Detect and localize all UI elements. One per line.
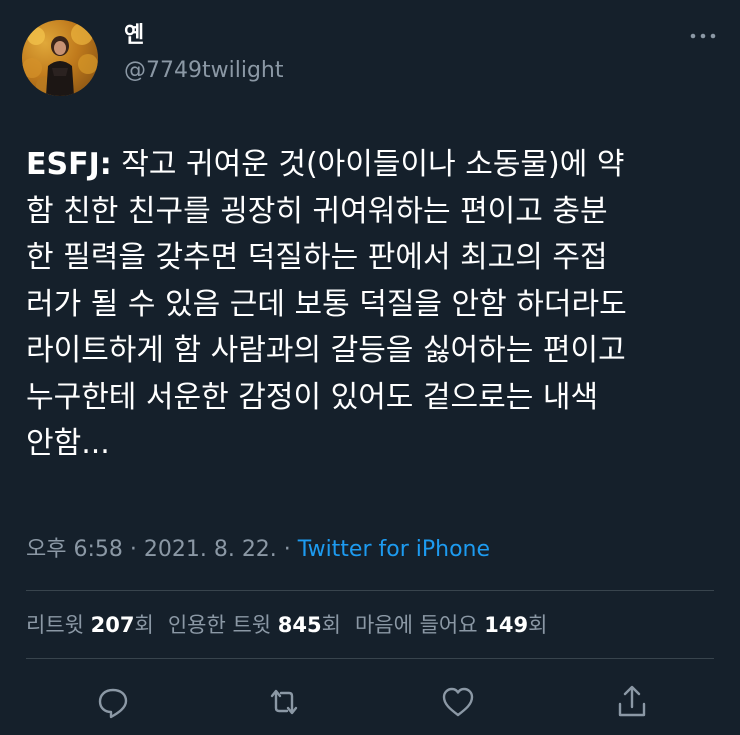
tweet-line-3: 한 필력을 갖추면 덕질하는 판에서 최고의 주접 (26, 240, 608, 275)
share-icon[interactable] (612, 682, 652, 722)
quotes-suffix: 회 (321, 613, 341, 637)
user-handle[interactable]: @7749twilight (124, 57, 283, 85)
retweets-stat[interactable]: 리트윗 207회 (26, 613, 154, 637)
like-icon[interactable] (438, 682, 478, 722)
tweet-line-7: 안함... (26, 426, 110, 461)
quotes-stat[interactable]: 인용한 트윗 845회 (168, 613, 341, 637)
more-horizontal-icon[interactable] (688, 26, 718, 46)
tweet-actions (0, 682, 740, 722)
retweet-icon[interactable] (264, 682, 304, 722)
tweet-line-5: 라이트하게 함 사람과의 갈등을 싫어하는 편이고 (26, 333, 626, 368)
display-name[interactable]: 옌 (124, 22, 144, 50)
tweet-line-1: ESFJ: 작고 귀여운 것(아이들이나 소동물)에 약 (26, 142, 726, 189)
likes-stat[interactable]: 마음에 들어요 149회 (355, 613, 547, 637)
retweets-suffix: 회 (134, 613, 154, 637)
retweets-count: 207 (90, 613, 135, 637)
tweet-source[interactable]: Twitter for iPhone (298, 537, 490, 562)
tweet-line-2: 함 친한 친구를 굉장히 귀여워하는 편이고 충분 (26, 193, 608, 229)
tweet-timestamp[interactable]: 오후 6:58 · 2021. 8. 22. · (26, 537, 298, 562)
tweet-line-text: 작고 귀여운 것(아이들이나 소동물)에 약 (111, 147, 625, 182)
likes-count: 149 (484, 613, 529, 637)
quotes-count: 845 (277, 613, 322, 637)
tweet-line-4: 러가 될 수 있음 근데 보통 덕질을 안함 하더라도 (26, 286, 627, 322)
divider (26, 658, 714, 659)
profile-photo-icon (22, 23, 98, 96)
quotes-label: 인용한 트윗 (167, 613, 278, 637)
reply-icon[interactable] (93, 682, 133, 722)
likes-label: 마음에 들어요 (354, 613, 485, 637)
tweet-stats: 리트윗 207회 인용한 트윗 845회 마음에 들어요 149회 (26, 610, 547, 640)
divider (26, 590, 714, 591)
likes-suffix: 회 (528, 613, 548, 637)
tweet-lead: ESFJ: (26, 147, 112, 182)
tweet-text: ESFJ: 작고 귀여운 것(아이들이나 소동물)에 약 함 친한 친구를 굉장… (26, 142, 726, 468)
tweet-detail: 옌 @7749twilight ESFJ: 작고 귀여운 것(아이들이나 소동물… (0, 0, 740, 735)
tweet-line-6: 누구한테 서운한 감정이 있어도 겉으로는 내색 (26, 379, 599, 415)
tweet-meta: 오후 6:58 · 2021. 8. 22. · Twitter for iPh… (26, 535, 490, 565)
retweets-label: 리트윗 (26, 613, 91, 637)
avatar[interactable] (22, 20, 98, 96)
